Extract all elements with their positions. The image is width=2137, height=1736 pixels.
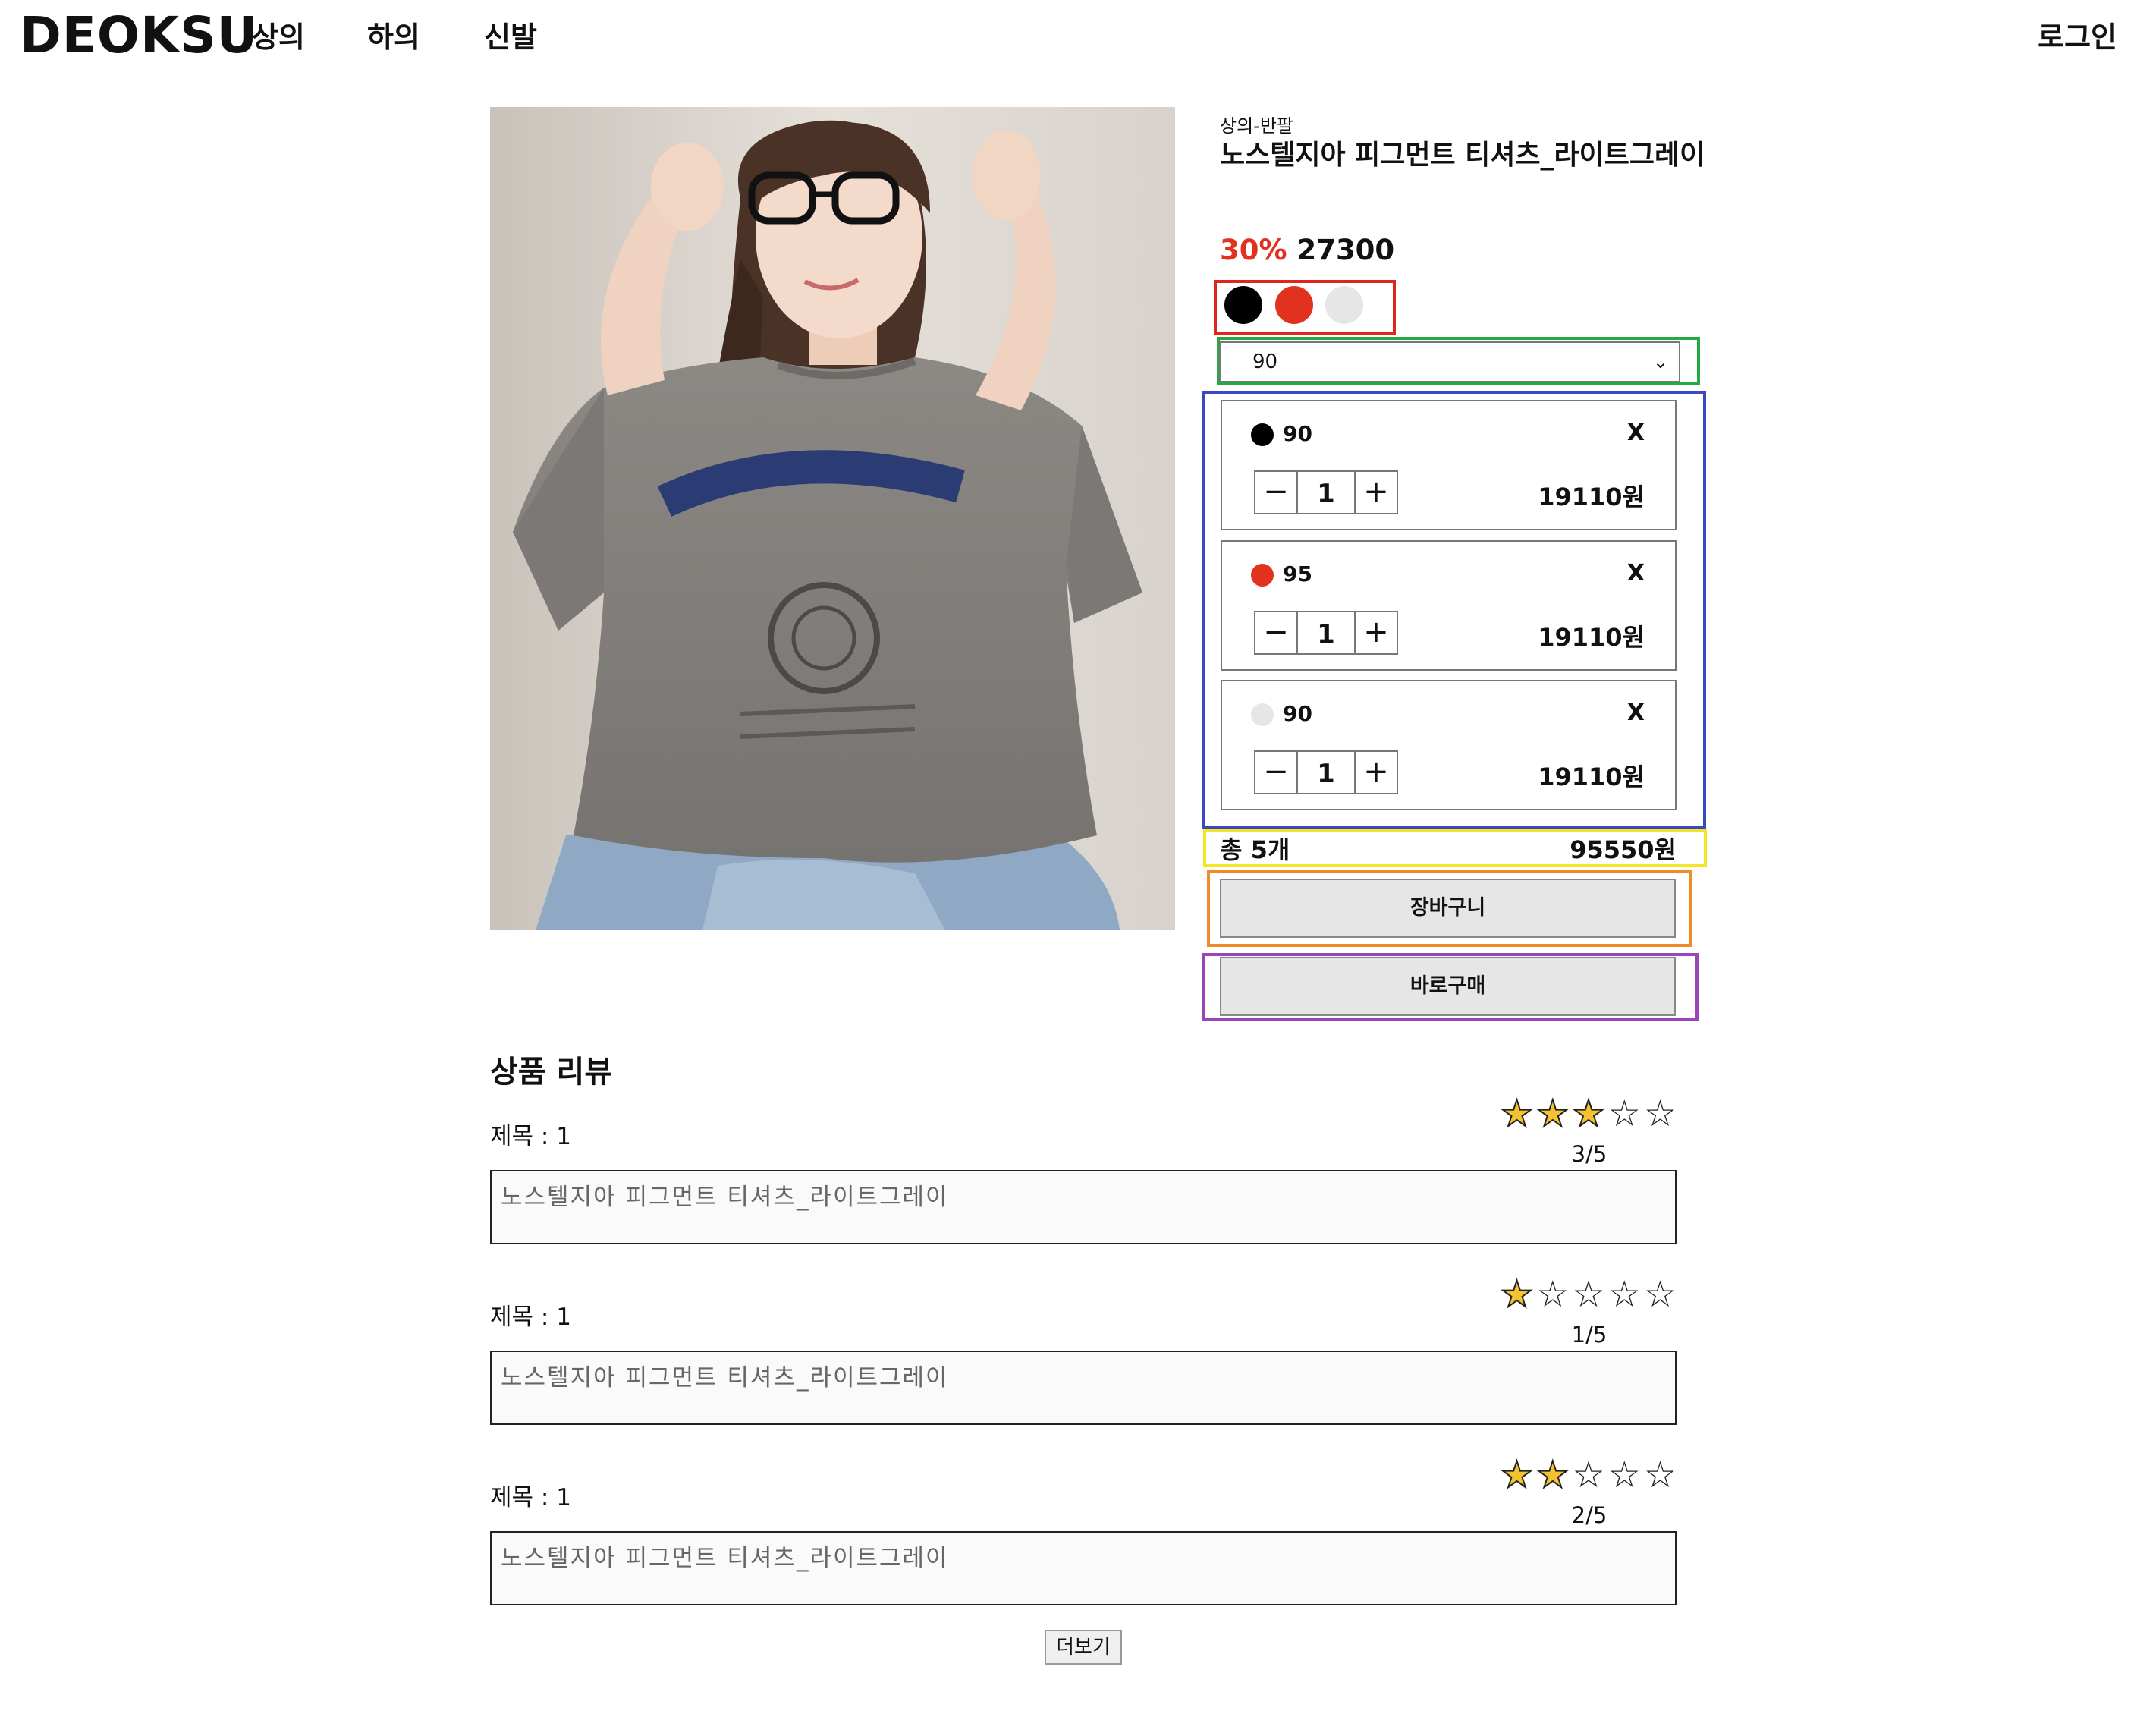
increase-button[interactable]: + bbox=[1354, 752, 1397, 793]
quantity-stepper: − 1 + bbox=[1254, 611, 1398, 655]
quantity-value[interactable]: 1 bbox=[1298, 612, 1354, 653]
review-title: 제목 : 1 bbox=[490, 1123, 571, 1150]
option-card: 90 X − 1 + 19110원 bbox=[1221, 680, 1677, 810]
rating-text: 3/5 bbox=[1571, 1141, 1607, 1167]
star-empty-icon: ☆ bbox=[1643, 1093, 1677, 1135]
nav-item-tops[interactable]: 상의 bbox=[252, 14, 305, 55]
star-empty-icon: ☆ bbox=[1607, 1454, 1641, 1496]
decrease-button[interactable]: − bbox=[1255, 752, 1298, 793]
nav-item-bottoms[interactable]: 하의 bbox=[367, 14, 420, 55]
total-price: 95550원 bbox=[1570, 835, 1677, 864]
star-filled-icon: ★ bbox=[1500, 1454, 1534, 1496]
star-empty-icon: ☆ bbox=[1607, 1093, 1641, 1135]
increase-button[interactable]: + bbox=[1354, 612, 1397, 653]
star-empty-icon: ☆ bbox=[1607, 1273, 1641, 1316]
star-filled-icon: ★ bbox=[1500, 1273, 1534, 1316]
star-empty-icon: ☆ bbox=[1643, 1454, 1677, 1496]
logo[interactable]: DEOKSU bbox=[20, 6, 258, 64]
star-empty-icon: ☆ bbox=[1643, 1273, 1677, 1316]
nav-item-shoes[interactable]: 신발 bbox=[484, 14, 537, 55]
increase-button[interactable]: + bbox=[1354, 472, 1397, 513]
remove-option-button[interactable]: X bbox=[1627, 700, 1645, 726]
option-price: 19110원 bbox=[1538, 483, 1645, 511]
star-rating: ★ ★ ★ ☆ ☆ bbox=[1500, 1093, 1677, 1135]
star-empty-icon: ☆ bbox=[1536, 1273, 1570, 1316]
size-select[interactable]: 90 ⌄ bbox=[1219, 341, 1680, 382]
review-heading: 상품 리뷰 bbox=[490, 1055, 613, 1090]
color-swatch-red[interactable] bbox=[1275, 286, 1313, 324]
option-price: 19110원 bbox=[1538, 763, 1645, 791]
color-swatch-lightgray[interactable] bbox=[1325, 286, 1363, 324]
option-card: 90 X − 1 + 19110원 bbox=[1221, 400, 1677, 530]
color-swatch-black[interactable] bbox=[1224, 286, 1262, 324]
add-to-cart-button[interactable]: 장바구니 bbox=[1220, 879, 1676, 938]
quantity-value[interactable]: 1 bbox=[1298, 472, 1354, 513]
option-color-dot bbox=[1251, 703, 1274, 726]
review-title: 제목 : 1 bbox=[490, 1484, 571, 1511]
quantity-stepper: − 1 + bbox=[1254, 470, 1398, 514]
buy-now-button[interactable]: 바로구매 bbox=[1220, 957, 1676, 1016]
review-body: 노스텔지아 피그먼트 티셔츠_라이트그레이 bbox=[490, 1170, 1677, 1244]
decrease-button[interactable]: − bbox=[1255, 472, 1298, 513]
option-color-dot bbox=[1251, 423, 1274, 446]
option-size: 90 bbox=[1283, 421, 1312, 446]
size-select-value: 90 bbox=[1252, 351, 1278, 373]
product-category: 상의-반팔 bbox=[1220, 115, 1293, 137]
rating-text: 2/5 bbox=[1571, 1502, 1607, 1528]
product-name: 노스텔지아 피그먼트 티셔츠_라이트그레이 bbox=[1220, 140, 1705, 171]
review-body: 노스텔지아 피그먼트 티셔츠_라이트그레이 bbox=[490, 1351, 1677, 1425]
option-size: 95 bbox=[1283, 561, 1312, 587]
total-count: 총 5개 bbox=[1220, 835, 1290, 864]
review-body: 노스텔지아 피그먼트 티셔츠_라이트그레이 bbox=[490, 1531, 1677, 1605]
login-link[interactable]: 로그인 bbox=[2038, 14, 2117, 55]
star-filled-icon: ★ bbox=[1571, 1093, 1605, 1135]
product-image bbox=[490, 107, 1175, 930]
price: 30% 27300 bbox=[1220, 234, 1394, 266]
remove-option-button[interactable]: X bbox=[1627, 560, 1645, 587]
chevron-down-icon: ⌄ bbox=[1652, 351, 1668, 373]
quantity-stepper: − 1 + bbox=[1254, 750, 1398, 794]
star-filled-icon: ★ bbox=[1500, 1093, 1534, 1135]
star-empty-icon: ☆ bbox=[1572, 1273, 1605, 1316]
star-filled-icon: ★ bbox=[1535, 1093, 1570, 1135]
star-empty-icon: ☆ bbox=[1572, 1454, 1605, 1496]
discount-rate: 30% bbox=[1220, 234, 1287, 266]
quantity-value[interactable]: 1 bbox=[1298, 752, 1354, 793]
sale-price: 27300 bbox=[1296, 234, 1395, 266]
star-filled-icon: ★ bbox=[1535, 1454, 1570, 1496]
remove-option-button[interactable]: X bbox=[1627, 420, 1645, 446]
review-title: 제목 : 1 bbox=[490, 1304, 571, 1331]
option-price: 19110원 bbox=[1538, 623, 1645, 652]
load-more-button[interactable]: 더보기 bbox=[1045, 1630, 1122, 1665]
star-rating: ★ ☆ ☆ ☆ ☆ bbox=[1500, 1273, 1677, 1316]
option-card: 95 X − 1 + 19110원 bbox=[1221, 540, 1677, 671]
star-rating: ★ ★ ☆ ☆ ☆ bbox=[1500, 1454, 1677, 1496]
rating-text: 1/5 bbox=[1571, 1322, 1607, 1348]
option-size: 90 bbox=[1283, 701, 1312, 726]
option-color-dot bbox=[1251, 564, 1274, 587]
decrease-button[interactable]: − bbox=[1255, 612, 1298, 653]
